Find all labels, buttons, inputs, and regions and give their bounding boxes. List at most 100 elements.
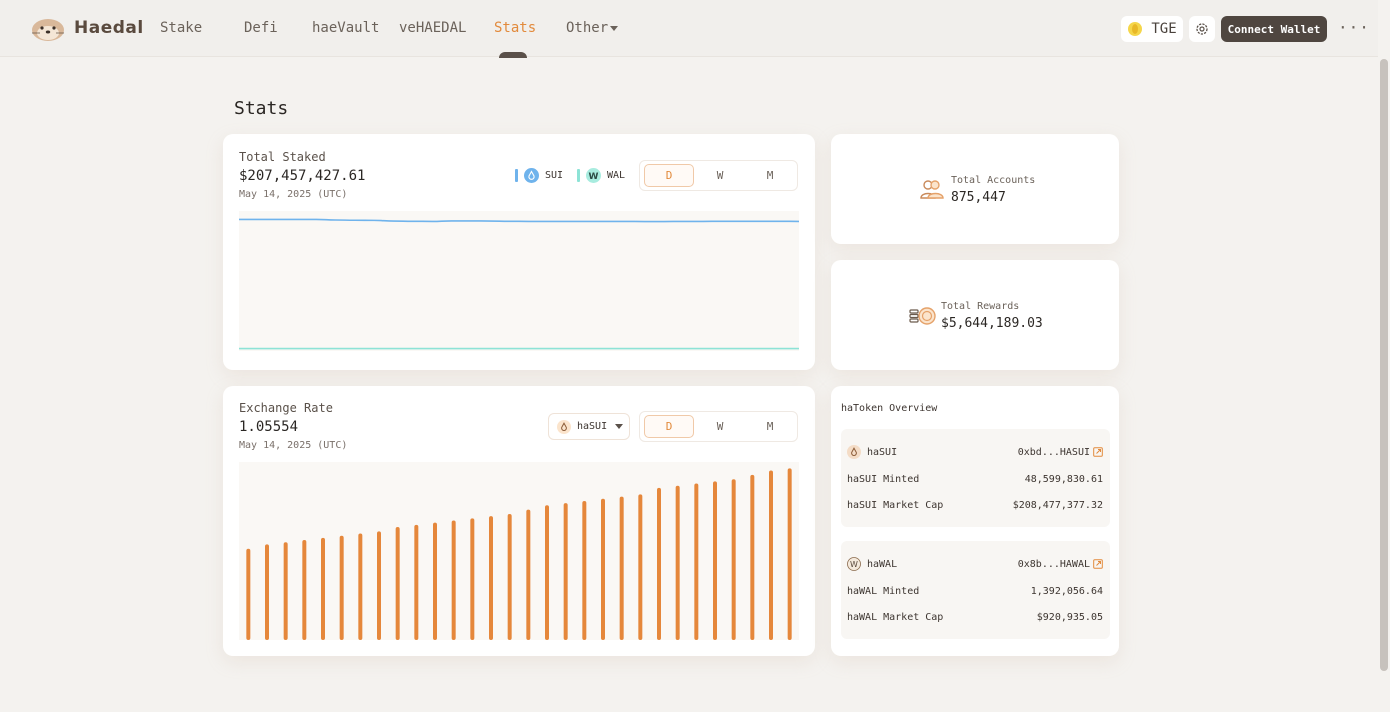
rate-bar[interactable]: [582, 500, 587, 640]
exchange-rate-chart: [239, 462, 799, 640]
staked-range-selector: D W M: [639, 160, 798, 191]
connect-wallet-button[interactable]: Connect Wallet: [1221, 16, 1327, 42]
external-link-icon: [1093, 559, 1103, 569]
hasui-token-icon: [847, 445, 861, 459]
nav-stats[interactable]: Stats: [494, 20, 536, 36]
nav-defi[interactable]: Defi: [244, 20, 278, 36]
hasui-address-link[interactable]: 0xbd...HASUI: [1018, 447, 1103, 458]
hawal-cap-row: haWAL Market Cap $920,935.05: [847, 612, 1103, 623]
hawal-token-icon: W: [847, 557, 861, 571]
nav-other[interactable]: Other: [566, 20, 619, 36]
rate-range-m[interactable]: M: [745, 415, 795, 438]
rate-range-w[interactable]: W: [695, 415, 745, 438]
rate-range-d[interactable]: D: [644, 415, 694, 438]
svg-text:W: W: [589, 172, 599, 182]
brand-name: Haedal: [74, 18, 144, 38]
rate-bar[interactable]: [414, 524, 419, 640]
rate-bar[interactable]: [358, 533, 363, 640]
tge-button[interactable]: TGE: [1121, 16, 1183, 42]
more-menu-button[interactable]: ···: [1338, 18, 1370, 37]
hasui-minted-value: 48,599,830.61: [1024, 474, 1103, 485]
total-accounts-label: Total Accounts: [951, 175, 1036, 186]
nav-vehaedal[interactable]: veHAEDAL: [399, 20, 466, 36]
rate-bar[interactable]: [283, 542, 288, 640]
hawal-name-label: haWAL: [867, 558, 898, 570]
coins-icon: [909, 307, 936, 325]
total-accounts-value: 875,447: [951, 190, 1006, 205]
gear-icon: [1196, 23, 1208, 35]
rate-bar[interactable]: [526, 509, 531, 640]
hawal-header-row: W haWAL 0x8b...HAWAL: [847, 557, 1103, 571]
hawal-minted-label: haWAL Minted: [847, 586, 920, 597]
overview-title: haToken Overview: [841, 403, 938, 414]
nav-haevault[interactable]: haeVault: [312, 20, 379, 36]
rate-bar[interactable]: [246, 548, 251, 640]
rate-bar[interactable]: [769, 470, 773, 640]
rate-bar[interactable]: [321, 537, 325, 640]
staked-range-d[interactable]: D: [644, 164, 694, 187]
chevron-down-icon: [610, 25, 619, 31]
rate-bar[interactable]: [545, 505, 549, 640]
rate-bar[interactable]: [657, 487, 661, 640]
rate-bar[interactable]: [787, 468, 792, 640]
rate-bar[interactable]: [619, 496, 624, 640]
exchange-rate-label: Exchange Rate: [239, 401, 333, 415]
nav-other-label: Other: [566, 20, 609, 36]
hasui-cap-label: haSUI Market Cap: [847, 500, 944, 511]
total-accounts-card: Total Accounts 875,447: [831, 134, 1119, 244]
exchange-rate-value: 1.05554: [239, 419, 299, 435]
rate-bar[interactable]: [750, 474, 755, 640]
hasui-cap-row: haSUI Market Cap $208,477,377.32: [847, 500, 1103, 511]
svg-text:W: W: [850, 560, 858, 569]
exchange-rate-date: May 14, 2025 (UTC): [239, 440, 348, 451]
rate-bar[interactable]: [433, 522, 437, 640]
total-staked-label: Total Staked: [239, 150, 326, 164]
wal-icon: W: [586, 168, 601, 183]
rate-bar[interactable]: [377, 531, 381, 640]
series-line-sui: [239, 218, 799, 223]
staked-range-m[interactable]: M: [745, 164, 795, 187]
rate-bar[interactable]: [470, 518, 475, 640]
total-rewards-card: Total Rewards $5,644,189.03: [831, 260, 1119, 370]
top-nav: Haedal Stake Defi haeVault veHAEDAL Stat…: [0, 0, 1378, 58]
token-select-label: haSUI: [577, 421, 608, 432]
legend-wal[interactable]: W WAL: [577, 168, 625, 183]
hawal-cap-value: $920,935.05: [1036, 612, 1103, 623]
scrollbar-thumb[interactable]: [1380, 59, 1388, 671]
rate-bar[interactable]: [265, 544, 269, 640]
rate-bar[interactable]: [302, 540, 307, 640]
settings-button[interactable]: [1189, 16, 1215, 42]
total-staked-chart: [239, 211, 799, 351]
sui-legend-swatch: [515, 169, 518, 182]
rate-bar[interactable]: [339, 535, 344, 640]
page-scrollbar[interactable]: [1378, 57, 1390, 712]
nav-stake[interactable]: Stake: [160, 20, 202, 36]
total-staked-card: Total Staked $207,457,427.61 May 14, 202…: [223, 134, 815, 370]
hawal-address-link[interactable]: 0x8b...HAWAL: [1018, 559, 1103, 570]
rate-bar[interactable]: [675, 485, 680, 640]
legend-sui[interactable]: SUI: [515, 168, 563, 183]
rate-bar[interactable]: [507, 513, 512, 640]
rate-bar[interactable]: [638, 494, 643, 640]
hawal-cap-label: haWAL Market Cap: [847, 612, 944, 623]
exchange-rate-card: Exchange Rate 1.05554 May 14, 2025 (UTC)…: [223, 386, 815, 656]
sui-legend-label: SUI: [545, 170, 564, 181]
rate-bar[interactable]: [731, 479, 736, 640]
rate-bar[interactable]: [489, 516, 493, 640]
rate-range-selector: D W M: [639, 411, 798, 442]
external-link-icon: [1093, 447, 1103, 457]
brand-logo[interactable]: Haedal: [30, 14, 144, 42]
rate-bar[interactable]: [694, 483, 699, 640]
hawal-address: 0x8b...HAWAL: [1017, 558, 1090, 570]
rate-bar[interactable]: [451, 520, 456, 640]
staked-range-w[interactable]: W: [695, 164, 745, 187]
rate-bar[interactable]: [395, 527, 400, 640]
hawal-minted-value: 1,392,056.64: [1030, 586, 1103, 597]
rate-bar[interactable]: [713, 481, 717, 640]
rate-bar[interactable]: [601, 498, 605, 640]
total-rewards-label: Total Rewards: [941, 301, 1020, 312]
rate-bar[interactable]: [563, 503, 568, 640]
coin-icon: [1128, 22, 1143, 36]
hasui-address: 0xbd...HASUI: [1017, 446, 1090, 458]
token-select[interactable]: haSUI: [548, 413, 630, 440]
